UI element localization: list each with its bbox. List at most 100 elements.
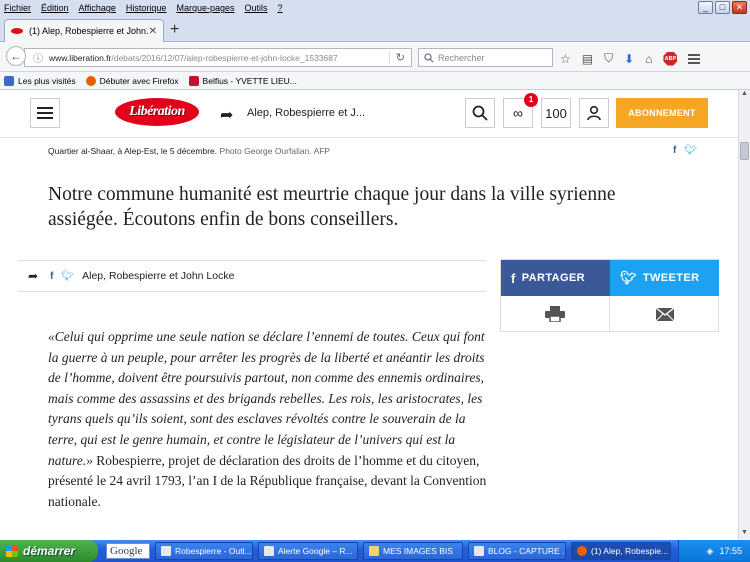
taskbar-item-firefox[interactable]: (1) Alep, Robespie... xyxy=(571,542,671,560)
infinity-icon: ∞ xyxy=(513,105,523,121)
taskbar-item-blog-capture[interactable]: BLOG - CAPTURE ... xyxy=(468,542,566,560)
facebook-share-label: PARTAGER xyxy=(521,272,586,284)
web-page: Libération ➦ Alep, Robespierre et J... ∞… xyxy=(0,90,738,540)
share-arrow-icon[interactable]: ➦ xyxy=(220,105,233,125)
facebook-icon[interactable]: f xyxy=(673,145,676,156)
logo-text: Libération xyxy=(129,104,185,119)
facebook-icon: f xyxy=(511,270,516,286)
info-icon[interactable]: ⓘ xyxy=(33,50,43,65)
bookmark-star-icon[interactable]: ☆ xyxy=(560,52,571,66)
magnifier-icon xyxy=(472,105,488,121)
adblock-icon[interactable]: ABP xyxy=(663,51,678,66)
menu-affichage[interactable]: Affichage xyxy=(79,3,116,13)
start-button[interactable]: démarrer xyxy=(0,540,98,562)
twitter-icon[interactable]: 🐦︎ xyxy=(684,145,697,156)
tab-bar: (1) Alep, Robespierre et John... ✕ + xyxy=(0,16,750,42)
url-domain: www.liberation.fr xyxy=(49,52,112,63)
tab-title: (1) Alep, Robespierre et John... xyxy=(29,26,149,36)
scroll-down-icon[interactable]: ▼ xyxy=(739,529,750,540)
back-arrow-icon[interactable]: ← xyxy=(6,46,26,66)
share-bar: ➦ f 🐦︎ Alep, Robespierre et John Locke xyxy=(18,260,486,292)
folder-icon xyxy=(369,546,379,556)
facebook-icon[interactable]: f xyxy=(50,271,53,282)
article-subtitle: Notre commune humanité est meurtrie chaq… xyxy=(48,184,616,230)
download-icon[interactable]: ⬇ xyxy=(624,52,634,66)
search-icon xyxy=(424,52,434,62)
menu-fichier[interactable]: Fichier xyxy=(4,3,31,13)
document-icon xyxy=(474,546,484,556)
photo-caption: Quartier al-Shaar, à Alep-Est, le 5 déce… xyxy=(48,146,330,156)
infinity-button[interactable]: ∞ 1 xyxy=(503,93,538,128)
scrollbar-thumb[interactable] xyxy=(740,142,749,160)
url-path: /debats/2016/12/07/alep-robespierre-et-j… xyxy=(111,52,338,63)
account-button[interactable] xyxy=(579,98,609,128)
menu-edition[interactable]: Édition xyxy=(41,3,69,13)
bookmark-folder-icon xyxy=(4,75,14,86)
menu-bar: Fichier Édition Affichage Historique Mar… xyxy=(0,0,750,16)
browser-tab[interactable]: (1) Alep, Robespierre et John... ✕ xyxy=(4,19,164,42)
search-button[interactable] xyxy=(465,98,495,128)
reading-list-icon[interactable]: ▤ xyxy=(582,52,593,66)
bookmark-most-visited[interactable]: Les plus visités xyxy=(4,75,76,86)
new-tab-icon[interactable]: + xyxy=(170,21,179,39)
taskbar-item-images-folder[interactable]: MES IMAGES BIS xyxy=(363,542,463,560)
bookmarks-bar: Les plus visités Débuter avec Firefox Be… xyxy=(0,72,750,90)
notification-badge: 1 xyxy=(524,93,538,107)
menu-help[interactable]: ? xyxy=(278,3,283,13)
twitter-share-label: TWEETER xyxy=(642,272,700,284)
print-button[interactable] xyxy=(501,296,610,332)
article-body: «Celui qui opprime une seule nation se d… xyxy=(48,327,488,512)
robespierre-quote: «Celui qui opprime une seule nation se d… xyxy=(48,329,485,468)
search-input[interactable]: Rechercher xyxy=(418,48,553,67)
bookmark-belfius[interactable]: Belfius - YVETTE LIEU... xyxy=(188,75,297,86)
url-text: www.liberation.fr/debats/2016/12/07/alep… xyxy=(49,53,389,63)
outlook-icon xyxy=(161,546,171,556)
firefox-icon xyxy=(577,546,587,556)
hamburger-menu-icon[interactable] xyxy=(30,98,60,128)
share-box: f PARTAGER 🐦︎ TWEETER xyxy=(500,259,719,332)
home-icon[interactable]: ⌂ xyxy=(645,52,652,66)
maximize-button[interactable]: □ xyxy=(715,1,730,14)
bookmark-firefox-start[interactable]: Débuter avec Firefox xyxy=(85,75,179,86)
facebook-share-button[interactable]: f PARTAGER xyxy=(501,260,610,296)
belfius-icon xyxy=(188,75,199,86)
search-placeholder: Rechercher xyxy=(438,52,485,63)
clock: 17:55 xyxy=(719,546,742,556)
caption-text: Quartier al-Shaar, à Alep-Est, le 5 déce… xyxy=(48,146,218,156)
share-arrow-icon[interactable]: ➦ xyxy=(28,269,38,283)
minimize-button[interactable]: _ xyxy=(698,1,713,14)
share-bar-title: Alep, Robespierre et John Locke xyxy=(82,270,235,282)
site-header: Libération ➦ Alep, Robespierre et J... ∞… xyxy=(0,90,738,138)
twitter-icon: 🐦︎ xyxy=(620,270,637,285)
google-toolbar[interactable]: Google xyxy=(106,543,150,559)
reload-icon[interactable]: ↻ xyxy=(388,51,411,64)
header-article-title: Alep, Robespierre et J... xyxy=(247,107,366,119)
menu-marque-pages[interactable]: Marque-pages xyxy=(176,3,234,13)
user-icon xyxy=(587,105,601,121)
system-tray: ◈ 17:55 xyxy=(678,540,750,562)
pocket-icon[interactable]: ⛉ xyxy=(604,51,613,66)
twitter-share-button[interactable]: 🐦︎ TWEETER xyxy=(610,260,719,296)
liberation-favicon-icon xyxy=(11,28,23,34)
subscribe-button[interactable]: ABONNEMENT xyxy=(616,98,708,128)
taskbar-item-outlook[interactable]: Robespierre - Outl... xyxy=(155,542,253,560)
comments-count-button[interactable]: 100 xyxy=(541,98,571,128)
url-bar[interactable]: ⓘ www.liberation.fr/debats/2016/12/07/al… xyxy=(24,48,412,67)
menu-historique[interactable]: Historique xyxy=(126,3,167,13)
scroll-up-icon[interactable]: ▲ xyxy=(739,90,750,101)
printer-icon xyxy=(545,306,565,322)
network-icon[interactable]: ◈ xyxy=(707,546,714,557)
email-button[interactable] xyxy=(610,296,719,332)
envelope-icon xyxy=(655,307,674,321)
taskbar-item-google-alert[interactable]: Alerte Google – R... xyxy=(258,542,358,560)
photo-credit: Photo George Ourfalian. AFP xyxy=(219,146,331,156)
liberation-logo[interactable]: Libération xyxy=(115,98,199,126)
close-tab-icon[interactable]: ✕ xyxy=(149,26,157,37)
vertical-scrollbar[interactable]: ▲ ▼ xyxy=(738,90,750,540)
menu-outils[interactable]: Outils xyxy=(245,3,268,13)
firefox-icon xyxy=(85,75,96,86)
menu-icon[interactable] xyxy=(688,53,701,64)
close-window-button[interactable]: ✕ xyxy=(732,1,747,14)
twitter-icon[interactable]: 🐦︎ xyxy=(61,271,74,282)
windows-taskbar: démarrer Google Robespierre - Outl... Al… xyxy=(0,540,750,562)
